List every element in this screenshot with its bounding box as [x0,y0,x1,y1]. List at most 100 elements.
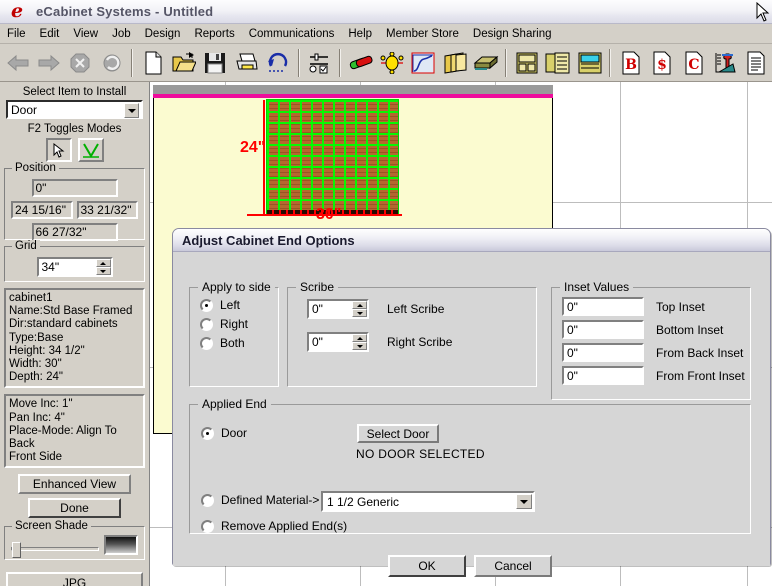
cabinet-front-icon[interactable] [512,47,541,79]
left-scribe-spinner[interactable]: 0" [307,299,369,319]
inset-values-label: Inset Values [560,280,634,294]
toolbar-separator [131,48,134,77]
save-disk-icon[interactable] [201,47,230,79]
mode-info-line: Front Side [9,451,63,464]
new-document-icon[interactable] [138,47,167,79]
toolbar-separator [338,48,341,77]
cabinet-stack-icon[interactable] [440,47,469,79]
defined-material-combobox[interactable]: 1 1/2 Generic [321,491,535,512]
dimension-height-label: 24" [240,139,266,156]
position-right-field[interactable]: 33 21/32" [76,201,138,219]
ok-button[interactable]: OK [388,555,466,577]
scribe-group: Scribe 0" Left Scribe 0" Right Scribe [287,280,537,387]
spinner-up-icon[interactable] [95,259,111,267]
right-scribe-spinner[interactable]: 0" [307,332,369,352]
materials-icon[interactable] [346,47,375,79]
mouse-cursor-icon [756,2,770,22]
menu-item-file[interactable]: File [0,26,33,42]
cabinet-object[interactable] [266,99,399,214]
from-front-inset-label: From Front Inset [656,368,745,383]
mode-toggle-group [0,138,149,162]
menu-item-communications[interactable]: Communications [242,26,342,42]
cabinet-info-line: Height: 34 1/2" [9,344,85,357]
undo-icon[interactable] [263,47,292,79]
position-top-field[interactable]: 0" [31,179,118,197]
done-button[interactable]: Done [28,498,121,519]
enhanced-view-button[interactable]: Enhanced View [18,474,131,495]
from-back-inset-field[interactable]: 0" [562,343,644,362]
menu-item-view[interactable]: View [66,26,105,42]
select-door-button[interactable]: Select Door [357,424,439,443]
spinner-down-icon[interactable] [95,267,111,275]
menu-item-help[interactable]: Help [341,26,379,42]
mode-info-box: Move Inc: 1" Pan Inc: 4" Place-Mode: Ali… [4,394,145,469]
inset-values-group: Inset Values 0" Top Inset 0" Bottom Inse… [551,280,751,400]
report-c-icon[interactable]: C [679,47,708,79]
dimension-tool-icon[interactable] [710,47,739,79]
left-scribe-spinner-buttons[interactable] [352,301,367,317]
menu-item-design-sharing[interactable]: Design Sharing [466,26,559,42]
room-layout-icon[interactable] [575,47,604,79]
window-titlebar: e eCabinet Systems - Untitled [0,0,772,24]
menu-item-design[interactable]: Design [138,26,188,42]
grid-spinner[interactable]: 34" [36,257,113,277]
toolbar-separator [609,48,612,77]
top-inset-field[interactable]: 0" [562,297,644,316]
settings-sliders-icon[interactable] [305,47,334,79]
right-scribe-spinner-buttons[interactable] [352,334,367,350]
window-title: eCabinet Systems - Untitled [36,4,214,19]
chevron-down-icon[interactable] [516,494,532,509]
radio-remove-applied-end[interactable]: Remove Applied End(s) [201,519,347,533]
print-icon[interactable] [232,47,261,79]
forward-arrow-icon[interactable] [34,47,63,79]
cabinet-list-icon[interactable] [544,47,573,79]
v-shape-icon[interactable] [77,138,104,162]
position-group-label: Position [12,162,59,174]
back-arrow-icon[interactable] [3,47,32,79]
screen-shade-slider[interactable] [11,541,99,558]
document-list-icon[interactable] [742,47,771,79]
grid-spinner-buttons[interactable] [95,259,111,275]
svg-text:$: $ [657,57,667,73]
jpg-button[interactable]: JPG [6,572,143,586]
panel-icon[interactable] [471,47,500,79]
select-item-combobox[interactable]: Door [6,100,143,119]
mode-info-line: Place-Mode: Align To Back [9,424,117,451]
position-left-field[interactable]: 24 15/16" [11,201,73,219]
slider-thumb[interactable] [12,541,21,558]
open-folder-icon[interactable] [169,47,198,79]
radio-apply-right[interactable]: Right [200,317,278,331]
chevron-down-icon[interactable] [124,103,139,118]
left-sidebar-panel: Select Item to Install Door F2 Toggles M… [0,82,150,586]
report-b-icon[interactable]: B [616,47,645,79]
curve-graph-icon[interactable] [409,47,438,79]
position-bottom-field[interactable]: 66 27/32" [31,223,118,241]
cabinet-info-box: cabinet1 Name:Std Base Framed Dir:standa… [4,288,145,389]
radio-label: Door [221,426,248,440]
menu-item-member-store[interactable]: Member Store [379,26,466,42]
origin-axes-icon[interactable] [377,47,406,79]
grid-value: 34" [41,260,60,274]
report-dollar-icon[interactable]: $ [648,47,677,79]
spinner-up-icon[interactable] [352,334,367,342]
toolbar-separator [297,48,300,77]
menu-item-edit[interactable]: Edit [33,26,67,42]
menu-item-reports[interactable]: Reports [187,26,241,42]
stop-icon[interactable] [66,47,95,79]
radio-apply-left[interactable]: Left [200,298,278,312]
spinner-down-icon[interactable] [352,342,367,350]
spinner-up-icon[interactable] [352,301,367,309]
radio-indicator [201,493,214,507]
radio-defined-material[interactable]: Defined Material-> [201,493,319,507]
cancel-button[interactable]: Cancel [474,555,552,577]
from-front-inset-field[interactable]: 0" [562,366,644,385]
top-inset-label: Top Inset [656,299,705,314]
bottom-inset-field[interactable]: 0" [562,320,644,339]
pointer-arrow-icon[interactable] [45,138,72,162]
refresh-icon[interactable] [97,47,126,79]
radio-applied-door[interactable]: Door [201,426,247,440]
radio-apply-both[interactable]: Both [200,336,278,350]
menu-item-job[interactable]: Job [105,26,138,42]
shade-color-swatch[interactable] [104,535,138,556]
spinner-down-icon[interactable] [352,309,367,317]
